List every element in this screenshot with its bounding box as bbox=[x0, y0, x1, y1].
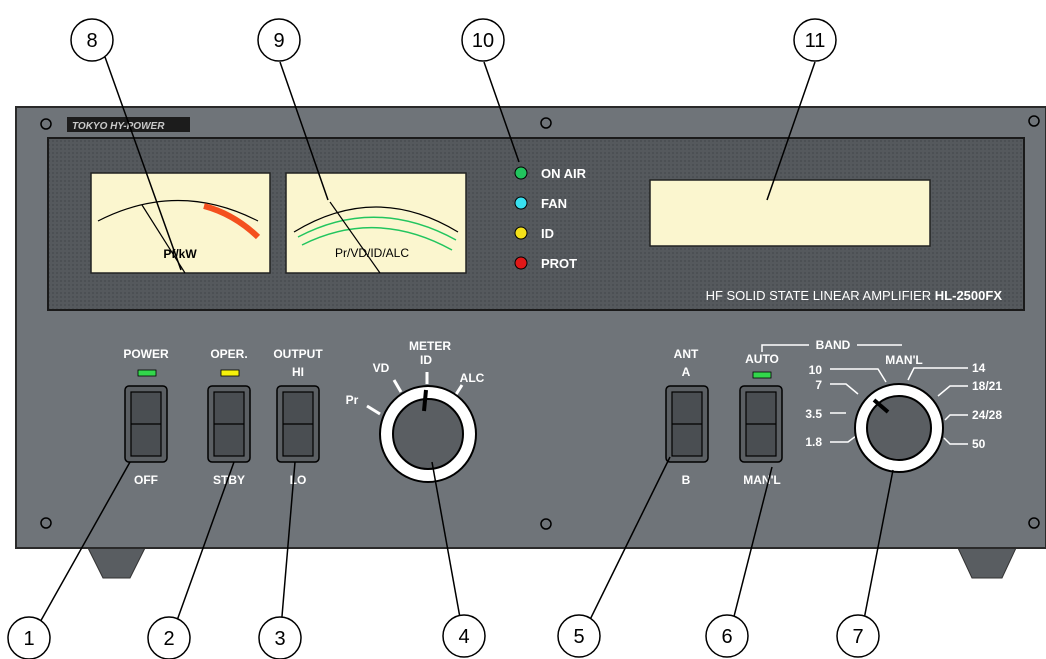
band-24-28: 24/28 bbox=[972, 408, 1002, 422]
output-label: OUTPUT bbox=[273, 347, 323, 361]
meter-knob-title: METER bbox=[409, 339, 451, 353]
model-text: HF SOLID STATE LINEAR AMPLIFIER HL-2500F… bbox=[706, 288, 1003, 303]
band-10: 10 bbox=[809, 363, 823, 377]
ant-a-label: A bbox=[682, 365, 691, 379]
foot-right bbox=[957, 547, 1017, 579]
band-lcd-display bbox=[649, 179, 931, 247]
led-id bbox=[514, 226, 528, 240]
callout-3: 3 bbox=[258, 616, 302, 659]
callout-2: 2 bbox=[147, 616, 191, 659]
meter-left-label: Pf/kW bbox=[163, 247, 197, 261]
output-hi-label: HI bbox=[292, 365, 304, 379]
band-14: 14 bbox=[972, 361, 986, 375]
callout-10: 10 bbox=[461, 18, 505, 62]
meter-pos-vd: VD bbox=[373, 361, 390, 375]
output-lo-label: LO bbox=[290, 473, 307, 487]
callout-4: 4 bbox=[442, 614, 486, 658]
manl-switch-label: MAN'L bbox=[743, 473, 781, 487]
auto-label: AUTO bbox=[745, 352, 779, 366]
power-label: POWER bbox=[123, 347, 169, 361]
power-switch[interactable] bbox=[124, 385, 168, 463]
band-title: BAND bbox=[816, 338, 851, 352]
band-1-8: 1.8 bbox=[805, 435, 822, 449]
auto-led bbox=[752, 371, 772, 379]
callout-8-text: 8 bbox=[86, 30, 97, 52]
led-prot-label: PROT bbox=[541, 256, 577, 271]
meter-pos-pr: Pr bbox=[346, 393, 359, 407]
callout-8: 8 bbox=[70, 18, 114, 62]
callout-9: 9 bbox=[257, 18, 301, 62]
callout-2-text: 2 bbox=[163, 628, 174, 650]
meter-pos-id: ID bbox=[420, 353, 432, 367]
callout-5-text: 5 bbox=[573, 626, 584, 648]
led-on-air-label: ON AIR bbox=[541, 166, 587, 181]
multi-meter: Pr/VD/ID/ALC bbox=[285, 172, 467, 274]
oper-switch[interactable] bbox=[207, 385, 251, 463]
callout-4-text: 4 bbox=[458, 626, 469, 648]
ant-b-label: B bbox=[682, 473, 691, 487]
band-7: 7 bbox=[815, 378, 822, 392]
output-switch[interactable] bbox=[276, 385, 320, 463]
power-off-label: OFF bbox=[134, 473, 158, 487]
foot-left bbox=[87, 547, 146, 579]
meter-select-knob[interactable] bbox=[379, 385, 477, 483]
model-prefix: HF SOLID STATE LINEAR AMPLIFIER bbox=[706, 288, 935, 303]
led-id-label: ID bbox=[541, 226, 554, 241]
band-manl-label: MAN'L bbox=[885, 353, 923, 367]
callout-5: 5 bbox=[557, 614, 601, 658]
callout-1: 1 bbox=[7, 616, 51, 659]
forward-power-meter: Pf/kW bbox=[90, 172, 271, 274]
led-prot bbox=[514, 256, 528, 270]
band-select-knob[interactable] bbox=[854, 383, 944, 473]
callout-11-text: 11 bbox=[805, 30, 826, 52]
callout-10-text: 10 bbox=[472, 30, 494, 52]
led-fan-label: FAN bbox=[541, 196, 567, 211]
model-name: HL-2500FX bbox=[935, 288, 1003, 303]
callout-9-text: 9 bbox=[273, 30, 284, 52]
callout-3-text: 3 bbox=[274, 628, 285, 650]
ant-switch[interactable] bbox=[665, 385, 709, 463]
callout-7: 7 bbox=[836, 614, 880, 658]
callout-6-text: 6 bbox=[721, 626, 732, 648]
callout-7-text: 7 bbox=[852, 626, 863, 648]
oper-label: OPER. bbox=[210, 347, 247, 361]
brand-logo-text: TOKYO HY-POWER bbox=[72, 121, 165, 132]
meter-pos-alc: ALC bbox=[460, 371, 485, 385]
power-led bbox=[137, 369, 157, 377]
callout-6: 6 bbox=[705, 614, 749, 658]
led-on-air bbox=[514, 166, 528, 180]
led-fan bbox=[514, 196, 528, 210]
band-50: 50 bbox=[972, 437, 986, 451]
ant-label: ANT bbox=[674, 347, 699, 361]
band-3-5: 3.5 bbox=[805, 407, 822, 421]
band-18-21: 18/21 bbox=[972, 379, 1002, 393]
oper-led bbox=[220, 369, 240, 377]
band-mode-switch[interactable] bbox=[739, 385, 783, 463]
meter-right-label: Pr/VD/ID/ALC bbox=[335, 246, 409, 260]
callout-11: 11 bbox=[793, 18, 837, 62]
callout-1-text: 1 bbox=[23, 628, 34, 650]
